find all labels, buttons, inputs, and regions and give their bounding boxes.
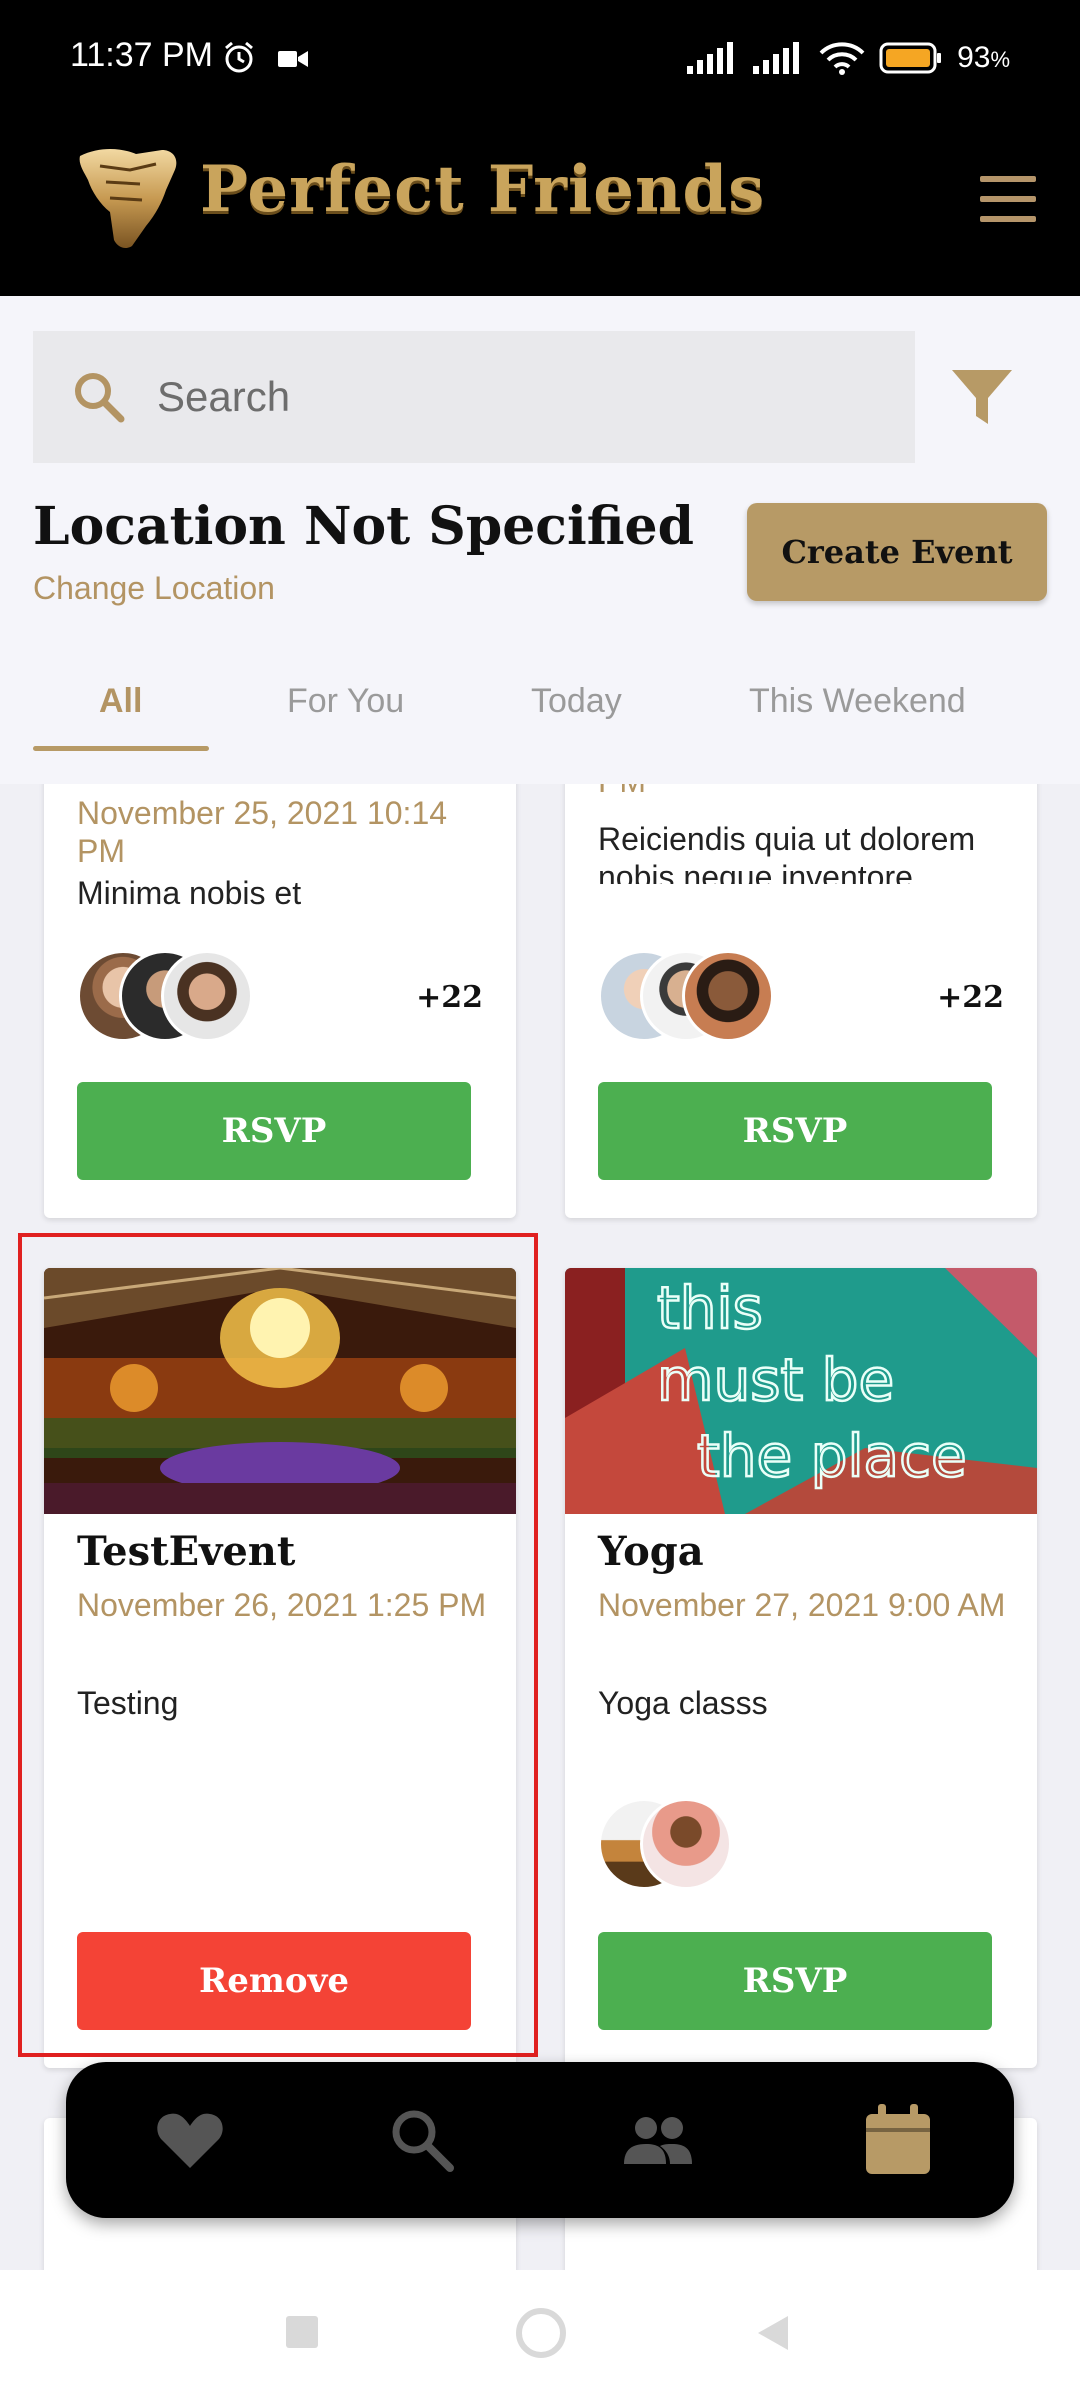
event-card[interactable]: PM Reiciendis quia ut dolorem nobis nequ… — [565, 784, 1037, 1218]
menu-button[interactable] — [980, 176, 1036, 222]
tab-this-weekend[interactable]: This Weekend — [749, 682, 966, 721]
rsvp-button[interactable]: RSVP — [77, 1082, 471, 1180]
rsvp-button[interactable]: RSVP — [598, 1932, 992, 2030]
tab-all[interactable]: All — [99, 682, 142, 721]
event-description: Yoga classs — [598, 1685, 768, 1721]
create-event-button[interactable]: Create Event — [747, 503, 1047, 601]
heart-icon[interactable] — [152, 2102, 228, 2178]
menu-bar — [980, 196, 1036, 202]
status-time: 11:37 PM — [70, 36, 214, 74]
event-description: Testing — [77, 1685, 179, 1721]
top-bar: 11:37 PM 93% Perfect Friends — [0, 0, 1080, 296]
event-description: Reiciendis quia ut dolorem nobis neque i… — [598, 821, 976, 884]
video-icon — [278, 51, 308, 67]
event-title: Yoga — [598, 1528, 704, 1575]
search-icon — [75, 373, 125, 423]
system-navigation-bar — [0, 2270, 1080, 2400]
event-card-yoga[interactable]: this must be the place Yoga November 27,… — [565, 1268, 1037, 2068]
filter-icon[interactable] — [950, 366, 1014, 428]
alarm-icon — [225, 41, 253, 73]
attendee-extra-count: +22 — [416, 980, 483, 1015]
event-image: this must be the place — [565, 1268, 1037, 1514]
status-indicators: 93% — [687, 38, 1010, 78]
event-description: Minima nobis et — [77, 875, 302, 906]
event-title: TestEvent — [77, 1528, 296, 1575]
svg-text:the place: the place — [697, 1422, 967, 1490]
event-date: November 25, 2021 10:14 PM — [77, 795, 448, 869]
signal-icon — [687, 42, 734, 74]
search-icon[interactable] — [384, 2102, 460, 2178]
location-title: Location Not Specified — [33, 496, 694, 557]
app-header: Perfect Friends — [0, 118, 1080, 296]
search-input[interactable] — [157, 373, 877, 421]
attendee-avatars — [77, 950, 277, 1042]
change-location-link[interactable]: Change Location — [33, 570, 275, 607]
signal-icon — [753, 42, 800, 74]
attendee-avatars — [598, 950, 798, 1042]
back-button[interactable] — [756, 2314, 790, 2352]
remove-button[interactable]: Remove — [77, 1932, 471, 2030]
wifi-icon — [819, 42, 865, 75]
svg-text:must be: must be — [657, 1346, 894, 1414]
menu-bar — [980, 216, 1036, 222]
battery-percentage: 93% — [957, 41, 1010, 74]
event-date: PM — [598, 784, 1018, 800]
event-tabs: All For You Today This Weekend — [33, 672, 1033, 752]
attendee-extra-count: +22 — [937, 980, 1004, 1015]
avatar — [682, 950, 774, 1042]
event-date: November 26, 2021 1:25 PM — [77, 1587, 487, 1623]
battery-icon — [879, 42, 942, 74]
people-icon[interactable] — [620, 2102, 696, 2178]
event-card-testevent[interactable]: TestEvent November 26, 2021 1:25 PM Test… — [44, 1268, 516, 2068]
calendar-icon[interactable] — [860, 2102, 936, 2178]
handshake-logo-icon — [79, 149, 177, 248]
avatar — [640, 1798, 732, 1890]
bottom-navigation — [66, 2062, 1014, 2218]
tab-today[interactable]: Today — [531, 682, 622, 721]
event-date: November 27, 2021 9:00 AM — [598, 1587, 1006, 1623]
status-bar: 11:37 PM 93% — [0, 0, 1080, 118]
home-button[interactable] — [516, 2308, 566, 2358]
rsvp-button[interactable]: RSVP — [598, 1082, 992, 1180]
event-image — [44, 1268, 516, 1514]
active-tab-indicator — [33, 746, 209, 751]
svg-text:this: this — [657, 1274, 763, 1342]
avatar — [161, 950, 253, 1042]
event-list[interactable]: November 25, 2021 10:14 PM Minima nobis … — [0, 784, 1080, 2270]
recents-button[interactable] — [286, 2316, 318, 2348]
attendee-avatars — [598, 1798, 758, 1890]
tab-for-you[interactable]: For You — [287, 682, 404, 721]
app-title: Perfect Friends — [200, 152, 766, 227]
search-box[interactable] — [33, 331, 915, 463]
event-card[interactable]: November 25, 2021 10:14 PM Minima nobis … — [44, 784, 516, 1218]
menu-bar — [980, 176, 1036, 182]
